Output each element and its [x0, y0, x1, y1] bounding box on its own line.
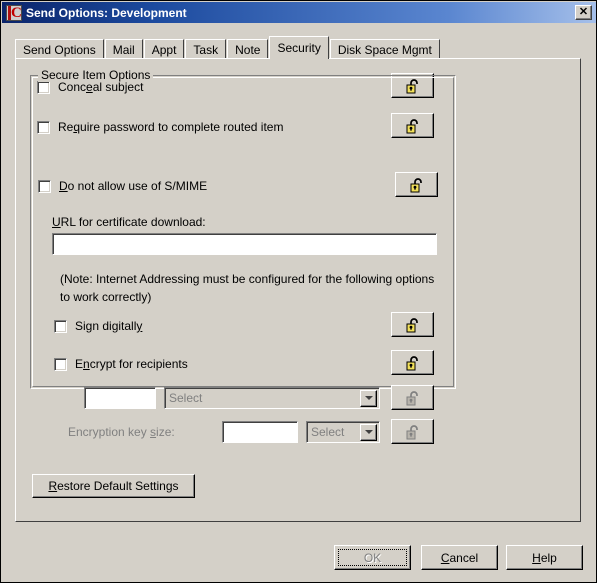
tab-label: Note: [235, 42, 261, 57]
sign-digitally-checkbox[interactable]: [54, 320, 67, 333]
encrypt-value-input[interactable]: [84, 387, 156, 409]
security-tab-panel: Conceal subject Require password to comp…: [15, 58, 581, 522]
encrypt-method-lock-button: [391, 385, 434, 410]
unlocked-padlock-icon: [406, 317, 418, 332]
tab-label: Mail: [112, 42, 135, 57]
tab-task[interactable]: Task: [185, 39, 227, 59]
secure-item-options-title: Secure Item Options: [38, 68, 154, 82]
no-smime-checkbox[interactable]: [38, 180, 51, 193]
tab-security[interactable]: Security: [269, 36, 329, 59]
tab-disk-space-mgmt[interactable]: Disk Space Mgmt: [329, 39, 440, 59]
encryption-key-size-lock-button: [391, 419, 434, 444]
tab-label: Security: [277, 41, 321, 55]
url-field-label: URL for certificate download:: [52, 215, 206, 229]
encrypt-method-select-value: Select: [169, 391, 203, 405]
tab-label: Appt: [151, 42, 177, 57]
help-button[interactable]: Help: [506, 545, 583, 570]
encrypt-recipients-lock-button[interactable]: [391, 350, 434, 375]
close-icon[interactable]: ✕: [575, 5, 592, 20]
ok-button-label: OK: [363, 550, 382, 565]
encrypt-method-select[interactable]: Select: [164, 387, 380, 409]
encryption-key-size-select[interactable]: Select: [306, 421, 380, 443]
unlocked-padlock-icon: [406, 355, 418, 370]
sign-digitally-label: Sign digitally: [75, 319, 143, 333]
sign-digitally-lock-button[interactable]: [391, 312, 434, 337]
cancel-button-label: Cancel: [440, 550, 479, 565]
send-options-dialog: C Send Options: Development ✕ Send Optio…: [0, 0, 597, 583]
encryption-key-size-select-value: Select: [311, 425, 345, 439]
tab-note[interactable]: Note: [227, 39, 269, 59]
encryption-key-size-label: Encryption key size:: [68, 425, 175, 439]
encrypt-recipients-checkbox[interactable]: [54, 358, 67, 371]
cancel-button[interactable]: Cancel: [421, 545, 498, 570]
tab-label: Send Options: [23, 42, 96, 57]
no-smime-label: Do not allow use of S/MIME: [59, 179, 208, 193]
tab-label: Task: [193, 42, 219, 57]
unlocked-padlock-icon: [410, 177, 422, 192]
unlocked-padlock-icon-disabled: [406, 390, 418, 405]
restore-default-settings-label: Restore Default Settings: [48, 479, 179, 493]
url-input[interactable]: [52, 233, 437, 255]
unlocked-padlock-icon-disabled: [406, 424, 418, 439]
internet-addressing-note: (Note: Internet Addressing must be confi…: [60, 272, 435, 304]
encrypt-recipients-label: Encrypt for recipients: [75, 357, 188, 371]
chevron-down-icon[interactable]: [360, 389, 377, 407]
ok-button: OK: [334, 545, 411, 570]
tab-strip: Send Options Mail Appt Task Note Securit…: [15, 36, 581, 59]
secure-item-options-group: [30, 75, 456, 389]
groupwise-c-icon: C: [6, 4, 22, 21]
help-button-label: Help: [532, 550, 557, 565]
restore-default-settings-button[interactable]: Restore Default Settings: [32, 474, 195, 498]
chevron-down-icon[interactable]: [360, 423, 377, 441]
window-title: Send Options: Development: [26, 5, 187, 20]
tab-label: Disk Space Mgmt: [337, 42, 432, 57]
tab-appt[interactable]: Appt: [143, 39, 185, 59]
no-smime-lock-button[interactable]: [395, 172, 438, 197]
encryption-key-size-input[interactable]: [222, 421, 298, 443]
tab-send-options[interactable]: Send Options: [15, 39, 104, 59]
title-bar: C Send Options: Development ✕: [2, 2, 596, 23]
tab-mail[interactable]: Mail: [104, 39, 143, 59]
